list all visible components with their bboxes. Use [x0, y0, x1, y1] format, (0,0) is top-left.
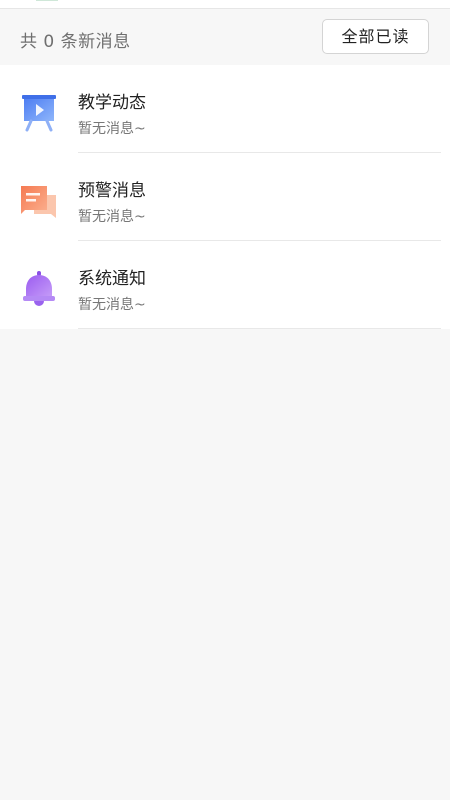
list-item-system-notice[interactable]: 系统通知 暂无消息~	[0, 241, 450, 329]
item-title: 系统通知	[78, 269, 146, 289]
chat-bubble-icon	[21, 186, 56, 218]
top-bar	[0, 0, 450, 9]
new-message-count: 共 0 条新消息	[20, 32, 131, 52]
item-title: 教学动态	[78, 93, 146, 113]
list-item-teaching-updates[interactable]: 教学动态 暂无消息~	[0, 65, 450, 153]
item-subtitle: 暂无消息~	[78, 297, 146, 313]
item-subtitle: 暂无消息~	[78, 209, 146, 225]
mark-all-read-button[interactable]: 全部已读	[322, 19, 429, 54]
presentation-board-icon	[22, 95, 56, 132]
list-item-warning-messages[interactable]: 预警消息 暂无消息~	[0, 153, 450, 241]
item-title: 预警消息	[78, 181, 146, 201]
summary-bar: 共 0 条新消息 全部已读	[0, 9, 450, 65]
divider	[78, 328, 441, 329]
top-bar-accent	[36, 0, 58, 1]
message-category-list: 教学动态 暂无消息~ 预警消息 暂无消息~ 系统通知 暂无消息~	[0, 65, 450, 329]
bell-icon	[23, 271, 55, 306]
item-subtitle: 暂无消息~	[78, 121, 146, 137]
